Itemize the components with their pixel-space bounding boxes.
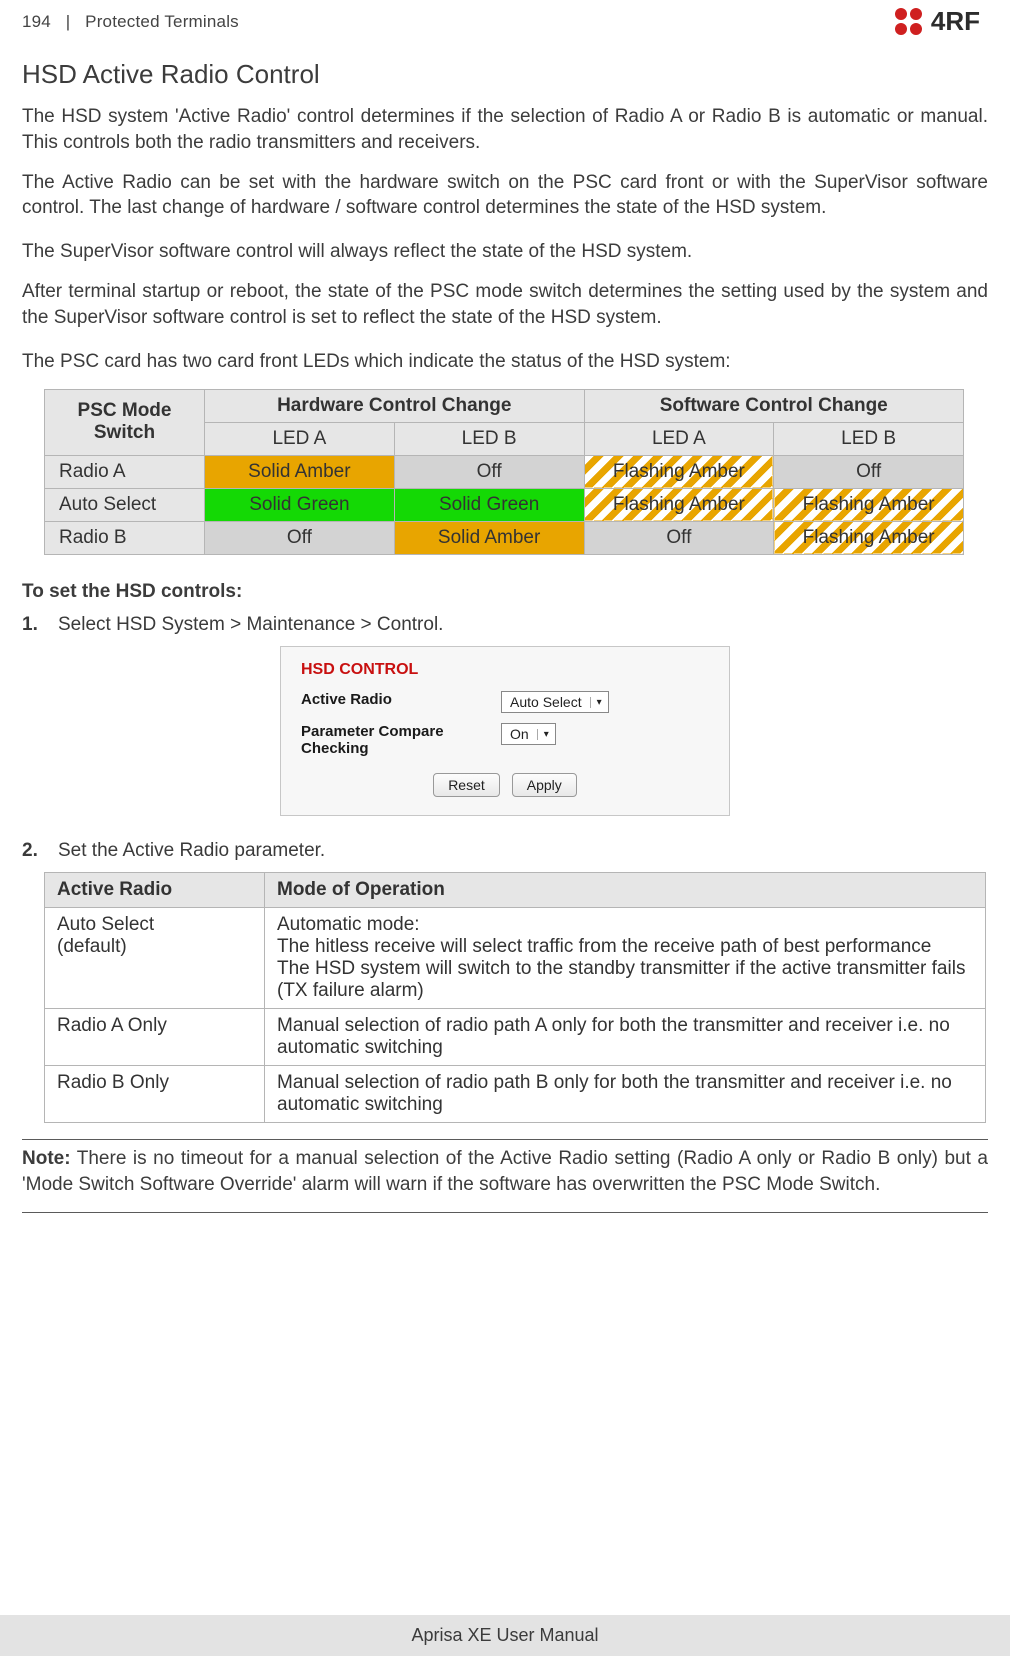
logo-dots-icon	[895, 8, 925, 36]
sub-led-b: LED B	[774, 422, 964, 455]
panel-label: Active Radio	[301, 691, 501, 708]
param-compare-select[interactable]: On ▾	[501, 723, 556, 745]
panel-row-active-radio: Active Radio Auto Select ▾	[301, 691, 709, 713]
table-row: Radio A Solid Amber Off Flashing Amber O…	[45, 455, 964, 488]
header-sep: |	[56, 12, 80, 31]
note-body: There is no timeout for a manual selecti…	[22, 1148, 988, 1195]
mode-cell: Manual selection of radio path B only fo…	[265, 1066, 986, 1123]
table-row: Auto Select (default) Automatic mode: Th…	[45, 908, 986, 1009]
led-cell: Flashing Amber	[774, 488, 964, 521]
header-left: 194 | Protected Terminals	[22, 12, 239, 32]
table-row: Radio B Off Solid Amber Off Flashing Amb…	[45, 521, 964, 554]
step-text: Set the Active Radio parameter.	[58, 840, 325, 862]
led-cell: Off	[205, 521, 395, 554]
led-cell: Off	[774, 455, 964, 488]
led-cell: Solid Amber	[205, 455, 395, 488]
table-row: Radio B Only Manual selection of radio p…	[45, 1066, 986, 1123]
reset-button[interactable]: Reset	[433, 773, 500, 797]
note-text: Note: There is no timeout for a manual s…	[22, 1146, 988, 1198]
page-number: 194	[22, 12, 51, 31]
row-label: Radio B	[45, 521, 205, 554]
paragraph: The Active Radio can be set with the har…	[22, 170, 988, 222]
brand-logo: 4RF	[895, 6, 988, 37]
divider	[22, 1212, 988, 1213]
header-section: Protected Terminals	[85, 12, 239, 31]
page-content: HSD Active Radio Control The HSD system …	[0, 37, 1010, 1279]
th-mode: Mode of Operation	[265, 873, 986, 908]
th-hardware: Hardware Control Change	[205, 389, 585, 422]
paragraph: After terminal startup or reboot, the st…	[22, 279, 988, 331]
divider	[22, 1139, 988, 1140]
page-header: 194 | Protected Terminals 4RF	[0, 0, 1010, 37]
step-text: Select HSD System > Maintenance > Contro…	[58, 614, 443, 636]
th-psc: PSC Mode Switch	[45, 389, 205, 455]
led-cell: Solid Amber	[394, 521, 584, 554]
step-2: 2. Set the Active Radio parameter.	[22, 840, 988, 862]
select-value: On	[510, 726, 529, 742]
led-cell: Flashing Amber	[774, 521, 964, 554]
step-number: 2.	[22, 840, 46, 862]
led-cell: Flashing Amber	[584, 488, 774, 521]
panel-row-param-compare: Parameter Compare Checking On ▾	[301, 723, 709, 757]
note-prefix: Note:	[22, 1148, 71, 1169]
brand-name: 4RF	[931, 6, 980, 37]
led-cell: Solid Green	[205, 488, 395, 521]
paragraph: The SuperVisor software control will alw…	[22, 239, 988, 265]
panel-label: Parameter Compare Checking	[301, 723, 501, 757]
th-active-radio: Active Radio	[45, 873, 265, 908]
steps-heading: To set the HSD controls:	[22, 579, 988, 605]
sub-led-a: LED A	[205, 422, 395, 455]
mode-cell: Automatic mode: The hitless receive will…	[265, 908, 986, 1009]
apply-button[interactable]: Apply	[512, 773, 577, 797]
page-footer: Aprisa XE User Manual	[0, 1615, 1010, 1656]
mode-of-operation-table: Active Radio Mode of Operation Auto Sele…	[44, 872, 986, 1123]
mode-cell: Radio A Only	[45, 1009, 265, 1066]
led-status-table: PSC Mode Switch Hardware Control Change …	[44, 389, 964, 555]
paragraph: The PSC card has two card front LEDs whi…	[22, 349, 988, 375]
page-title: HSD Active Radio Control	[22, 59, 988, 90]
mode-cell: Manual selection of radio path A only fo…	[265, 1009, 986, 1066]
table-row: Auto Select Solid Green Solid Green Flas…	[45, 488, 964, 521]
mode-cell: Radio B Only	[45, 1066, 265, 1123]
row-label: Radio A	[45, 455, 205, 488]
chevron-down-icon: ▾	[590, 697, 602, 708]
row-label: Auto Select	[45, 488, 205, 521]
sub-led-a: LED A	[584, 422, 774, 455]
mode-cell: Auto Select (default)	[45, 908, 265, 1009]
active-radio-select[interactable]: Auto Select ▾	[501, 691, 609, 713]
led-cell: Off	[394, 455, 584, 488]
hsd-control-panel: HSD CONTROL Active Radio Auto Select ▾ P…	[280, 646, 730, 816]
led-cell: Solid Green	[394, 488, 584, 521]
select-value: Auto Select	[510, 694, 582, 710]
paragraph: The HSD system 'Active Radio' control de…	[22, 104, 988, 156]
panel-title: HSD CONTROL	[301, 661, 709, 679]
led-cell: Off	[584, 521, 774, 554]
th-software: Software Control Change	[584, 389, 964, 422]
led-cell: Flashing Amber	[584, 455, 774, 488]
step-number: 1.	[22, 614, 46, 636]
table-row: Radio A Only Manual selection of radio p…	[45, 1009, 986, 1066]
sub-led-b: LED B	[394, 422, 584, 455]
step-1: 1. Select HSD System > Maintenance > Con…	[22, 614, 988, 636]
chevron-down-icon: ▾	[537, 729, 549, 740]
